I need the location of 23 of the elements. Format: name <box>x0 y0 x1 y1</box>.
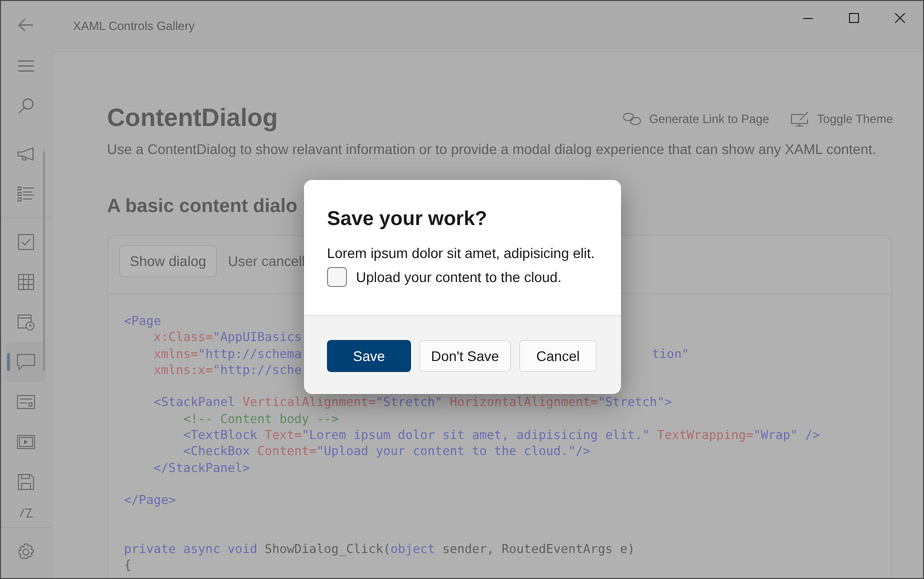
primary-button[interactable]: Save <box>327 340 411 372</box>
checkbox-label[interactable]: Upload your content to the cloud. <box>356 269 562 285</box>
code-line: <!-- Content body --> <box>182 412 339 426</box>
code-line: <CheckBox Content="Upload your content to the cloud."/> <box>182 444 590 458</box>
dialog-message: Lorem ipsum dolor sit amet, adipisicing elit. <box>327 244 596 263</box>
window-title: XAML Controls Gallery <box>73 19 195 33</box>
dialog-button[interactable]: Don't Save <box>419 340 511 372</box>
result-text: User cancell <box>228 253 306 269</box>
code-line: <TextBlock Text="Lorem ipsum dolor sit amet, adipisicing elit." TextWrapping="Wrap" /> <box>182 428 820 442</box>
page-description: Use a ContentDialog to show relavant information or to provide a modal dialog experience that can show any XAML content. <box>107 141 878 157</box>
code-line: x:Class="AppUIBasics <box>152 330 302 344</box>
code-fragment: tion" <box>652 346 690 362</box>
code-line: xmlns="http://schema <box>152 346 302 362</box>
code-line: xmlns:x="http://sche <box>152 362 302 377</box>
code-line: </StackPanel> <box>152 460 250 475</box>
dialog-button[interactable]: Cancel <box>519 340 597 372</box>
page-title: ContentDialog <box>107 104 278 132</box>
code-line: </Page> <box>124 493 176 508</box>
code-line: <StackPanel VerticalAlignment="Stretch" HorizontalAlignment="Stretch"> <box>152 395 672 410</box>
code-line: { <box>124 558 132 572</box>
dialog-title: Save your work? <box>327 207 488 232</box>
code-line: <Page <box>124 314 162 328</box>
code-line: private async void ShowDialog_Click(object sender, RoutedEventArgs e) <box>124 542 635 556</box>
